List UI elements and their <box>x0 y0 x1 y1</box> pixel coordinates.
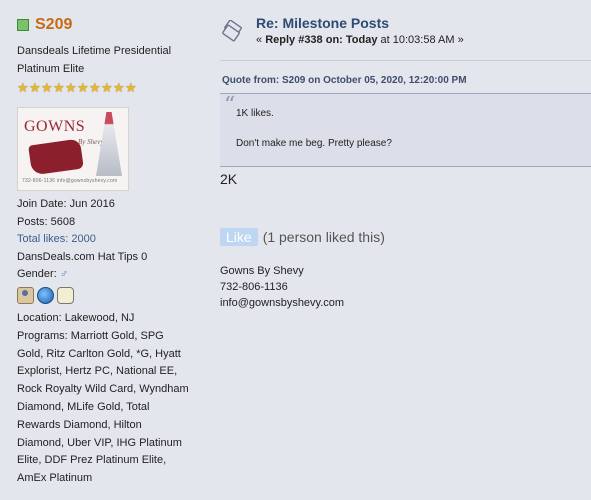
post-body: 2K <box>220 171 238 187</box>
avatar[interactable]: GOWNS By Shevy 732-806-1136 info@gownsby… <box>17 107 129 191</box>
quote-block: “ 1K likes. Don't make me beg. Pretty pl… <box>220 93 591 167</box>
rank-star-icon: ★ <box>113 80 125 95</box>
like-button[interactable]: Like <box>220 228 258 246</box>
poster-info: S209 Dansdeals Lifetime Presidential Pla… <box>0 0 205 500</box>
forum-post: S209 Dansdeals Lifetime Presidential Pla… <box>0 0 591 500</box>
quote-line: Don't make me beg. Pretty please? <box>236 138 392 149</box>
reply-label: Reply #338 on: <box>265 34 343 46</box>
poster-location-programs: Location: Lakewood, NJ Programs: Marriott… <box>17 310 199 488</box>
quote-mark-icon: “ <box>224 93 236 118</box>
location-line: Diamond, MLife Gold, Total <box>17 400 150 413</box>
location-line: Diamond, Uber VIP, IHG Platinum <box>17 436 182 449</box>
avatar-title: GOWNS <box>24 118 86 135</box>
post-content: Re: Milestone Posts « Reply #338 on: Tod… <box>220 0 591 500</box>
reply-time: at 10:03:58 AM » <box>377 34 464 46</box>
location-line: Elite, DDF Prez Platinum Elite, <box>17 454 167 467</box>
post-count: Posts: 5608 <box>17 215 76 228</box>
hat-tips: DansDeals.com Hat Tips 0 <box>17 250 148 263</box>
username-row: S209 <box>17 16 72 34</box>
location-line: Gold, Ritz Carlton Gold, *G, Hyatt <box>17 347 181 360</box>
location-line: Explorist, Hertz PC, National EE, <box>17 365 178 378</box>
like-row: Like (1 person liked this) <box>220 228 385 246</box>
rank-star-icon: ★ <box>41 80 53 95</box>
rank-stars: ★ ★ ★ ★ ★ ★ ★ ★ ★ ★ <box>17 80 137 95</box>
rank-star-icon: ★ <box>77 80 89 95</box>
location-line: AmEx Platinum <box>17 472 93 485</box>
divider <box>220 60 591 61</box>
post-title-link[interactable]: Re: Milestone Posts <box>256 15 389 31</box>
member-rank: Dansdeals Lifetime Presidential Platinum… <box>17 42 197 78</box>
male-icon: ♂ <box>59 268 69 281</box>
location-line: Rewards Diamond, Hilton <box>17 418 142 431</box>
quote-header-link[interactable]: Quote from: S209 on October 05, 2020, 12… <box>222 75 467 86</box>
reply-meta: « Reply #338 on: Today at 10:03:58 AM » <box>256 34 464 46</box>
join-date: Join Date: Jun 2016 <box>17 198 115 210</box>
rank-line: Dansdeals Lifetime Presidential <box>17 45 172 57</box>
post-icon <box>222 20 242 42</box>
avatar-footer: 732-806-1136 info@gownsbyshevy.com <box>22 178 118 184</box>
signature-line: Gowns By Shevy <box>220 265 304 277</box>
profile-action-icons <box>17 286 202 304</box>
rank-star-icon: ★ <box>53 80 65 95</box>
rank-star-icon: ★ <box>29 80 41 95</box>
like-count[interactable]: (1 person liked this) <box>263 229 385 245</box>
signature: Gowns By Shevy 732-806-1136 info@gownsbysh… <box>220 263 344 311</box>
location-line: Location: Lakewood, NJ <box>17 312 135 324</box>
personal-message-icon[interactable] <box>57 286 74 304</box>
reply-day: Today <box>345 34 378 46</box>
quote-line: 1K likes. <box>236 108 274 119</box>
rank-star-icon: ★ <box>101 80 113 95</box>
website-globe-icon[interactable] <box>37 286 54 304</box>
location-line: Programs: Marriott Gold, SPG <box>17 329 164 342</box>
signature-line: info@gownsbyshevy.com <box>220 297 345 309</box>
location-line: Rock Royalty Wild Card, Wyndham <box>17 383 189 396</box>
profile-icon[interactable] <box>17 286 34 304</box>
rank-star-icon: ★ <box>89 80 101 95</box>
poster-stats: Join Date: Jun 2016 Posts: 5608 Total li… <box>17 196 202 306</box>
gender: Gender: ♂ <box>17 266 202 284</box>
online-status-icon <box>17 19 29 31</box>
username-link[interactable]: S209 <box>35 16 72 34</box>
rank-line: Platinum Elite <box>17 63 85 75</box>
reply-prefix: « <box>256 34 266 46</box>
signature-line: 732-806-1136 <box>220 281 288 293</box>
gender-label: Gender: <box>17 268 57 281</box>
total-likes-link[interactable]: Total likes: 2000 <box>17 231 202 249</box>
rank-star-icon: ★ <box>125 80 137 95</box>
rank-star-icon: ★ <box>17 80 29 95</box>
avatar-subtitle: By Shevy <box>78 138 104 146</box>
rank-star-icon: ★ <box>65 80 77 95</box>
avatar-rose-graphic <box>28 138 84 176</box>
